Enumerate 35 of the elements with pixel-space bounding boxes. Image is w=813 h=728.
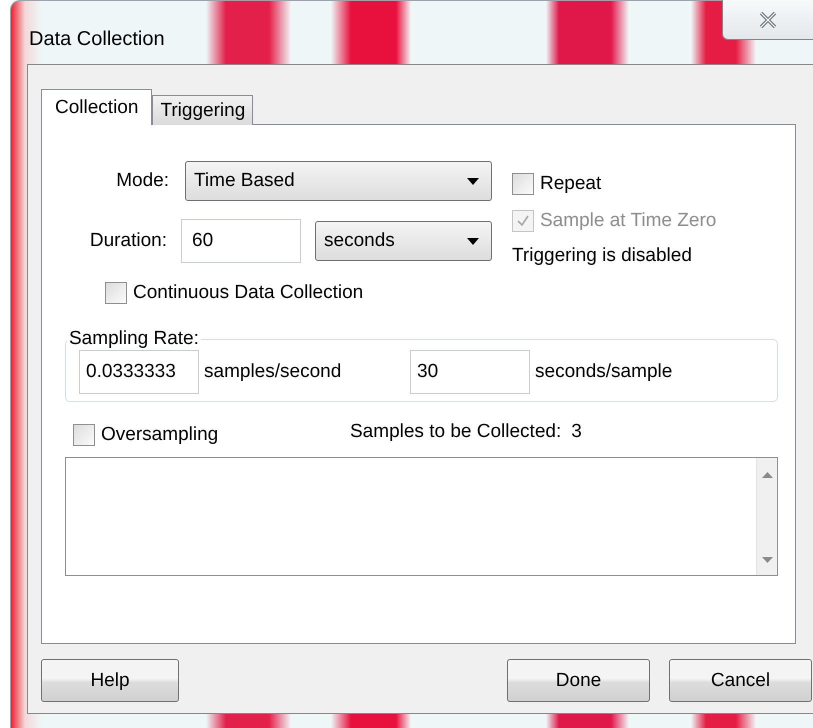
duration-field[interactable]: 60	[181, 219, 301, 263]
mode-dropdown[interactable]: Time Based	[185, 161, 492, 201]
unit-dropdown[interactable]: seconds	[315, 221, 492, 261]
tab[interactable]: Triggering	[152, 95, 254, 125]
dropdown-arrow-icon	[467, 238, 479, 244]
duration-label: Duration:	[88, 230, 167, 252]
checkbox-label: Repeat	[540, 173, 602, 195]
checkbox[interactable]	[512, 173, 534, 195]
tab[interactable]: Collection	[41, 89, 152, 125]
samples-count-value: 3	[571, 421, 582, 443]
scroll-down-icon[interactable]	[762, 557, 772, 563]
trigger-status-text: Triggering is disabled	[512, 245, 693, 267]
checkbox[interactable]	[105, 282, 127, 304]
scrollbar[interactable]	[756, 458, 777, 575]
window-title: Data Collection	[29, 27, 165, 51]
dialog-button[interactable]: Done	[507, 659, 650, 702]
period-field[interactable]: 30	[410, 350, 530, 394]
scroll-up-icon[interactable]	[762, 472, 772, 478]
mode-label: Mode:	[115, 170, 169, 192]
checkmark-icon	[515, 213, 531, 229]
close-button[interactable]	[722, 0, 813, 40]
dropdown-arrow-icon	[467, 178, 479, 184]
group-label: Sampling Rate:	[68, 328, 200, 350]
notes-field[interactable]	[65, 457, 778, 576]
checkbox-label: Continuous Data Collection	[133, 282, 364, 304]
dialog-button[interactable]: Cancel	[669, 659, 812, 702]
checkbox[interactable]	[73, 424, 95, 446]
close-icon	[758, 10, 778, 28]
help-button[interactable]: Help	[41, 659, 179, 702]
unit-label: samples/second	[204, 361, 342, 383]
checkbox-label: Sample at Time Zero	[540, 210, 716, 232]
rate-field[interactable]: 0.0333333	[79, 350, 199, 394]
unit-label: seconds/sample	[535, 361, 672, 383]
samples-count-label: Samples to be Collected:	[350, 421, 562, 443]
checkbox-label: Oversampling	[101, 424, 220, 446]
